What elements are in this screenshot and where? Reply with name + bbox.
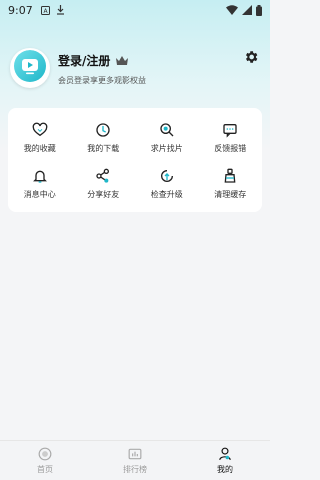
clean-icon [221,167,239,185]
grid-item-share[interactable]: 分享好友 [72,160,136,206]
grid-item-favorites[interactable]: 我的收藏 [8,114,72,160]
crown-icon [116,51,129,70]
grid-item-feedback[interactable]: 反馈报错 [199,114,263,160]
home-icon [37,446,53,462]
grid-label: 反馈报错 [214,143,247,153]
grid-item-messages[interactable]: 消息中心 [8,160,72,206]
avatar[interactable] [10,48,50,88]
gear-icon [243,49,259,69]
status-time: 9:07 [8,3,33,17]
nav-item-home[interactable]: 首页 [0,441,90,480]
status-bar: 9:07 A [0,0,270,20]
grid-label: 分享好友 [87,189,120,199]
nav-label: 排行榜 [123,465,147,474]
bottom-nav: 首页 排行榜 我的 [0,440,270,480]
nav-label: 我的 [217,465,233,474]
search-film-icon [158,121,176,139]
signal-icon [242,5,252,15]
grid-item-clear-cache[interactable]: 清理缓存 [199,160,263,206]
feedback-icon [221,121,239,139]
download-circle-icon [94,121,112,139]
profile-icon [217,446,233,462]
grid-label: 检查升级 [150,189,183,199]
nav-item-mine[interactable]: 我的 [180,441,270,480]
grid-item-check-update[interactable]: 检查升级 [135,160,199,206]
ranking-icon [127,446,143,462]
grid-label: 我的下载 [87,143,120,153]
grid-label: 求片找片 [150,143,183,153]
download-icon [56,5,65,15]
function-grid: 我的收藏 我的下载 求片找片 反馈报错 消息中心 分享好友 检查升级 清理缓存 [8,108,262,212]
share-icon [94,167,112,185]
battery-icon [256,4,262,16]
nav-label: 首页 [37,465,53,474]
grid-label: 我的收藏 [23,143,56,153]
grid-item-downloads[interactable]: 我的下载 [72,114,136,160]
wifi-icon [226,5,238,15]
settings-button[interactable] [242,50,260,68]
profile-header[interactable]: 登录/注册 会员登录享更多观影权益 [10,48,146,88]
a-box-icon: A [40,5,50,15]
grid-label: 清理缓存 [214,189,247,199]
svg-text:A: A [43,8,48,15]
upgrade-icon [158,167,176,185]
grid-item-request-film[interactable]: 求片找片 [135,114,199,160]
grid-label: 消息中心 [23,189,56,199]
nav-item-ranking[interactable]: 排行榜 [90,441,180,480]
tv-logo-icon [13,50,47,86]
heart-icon [31,121,49,139]
member-subtitle: 会员登录享更多观影权益 [58,75,146,85]
login-register-link[interactable]: 登录/注册 [58,52,110,69]
bell-icon [31,167,49,185]
